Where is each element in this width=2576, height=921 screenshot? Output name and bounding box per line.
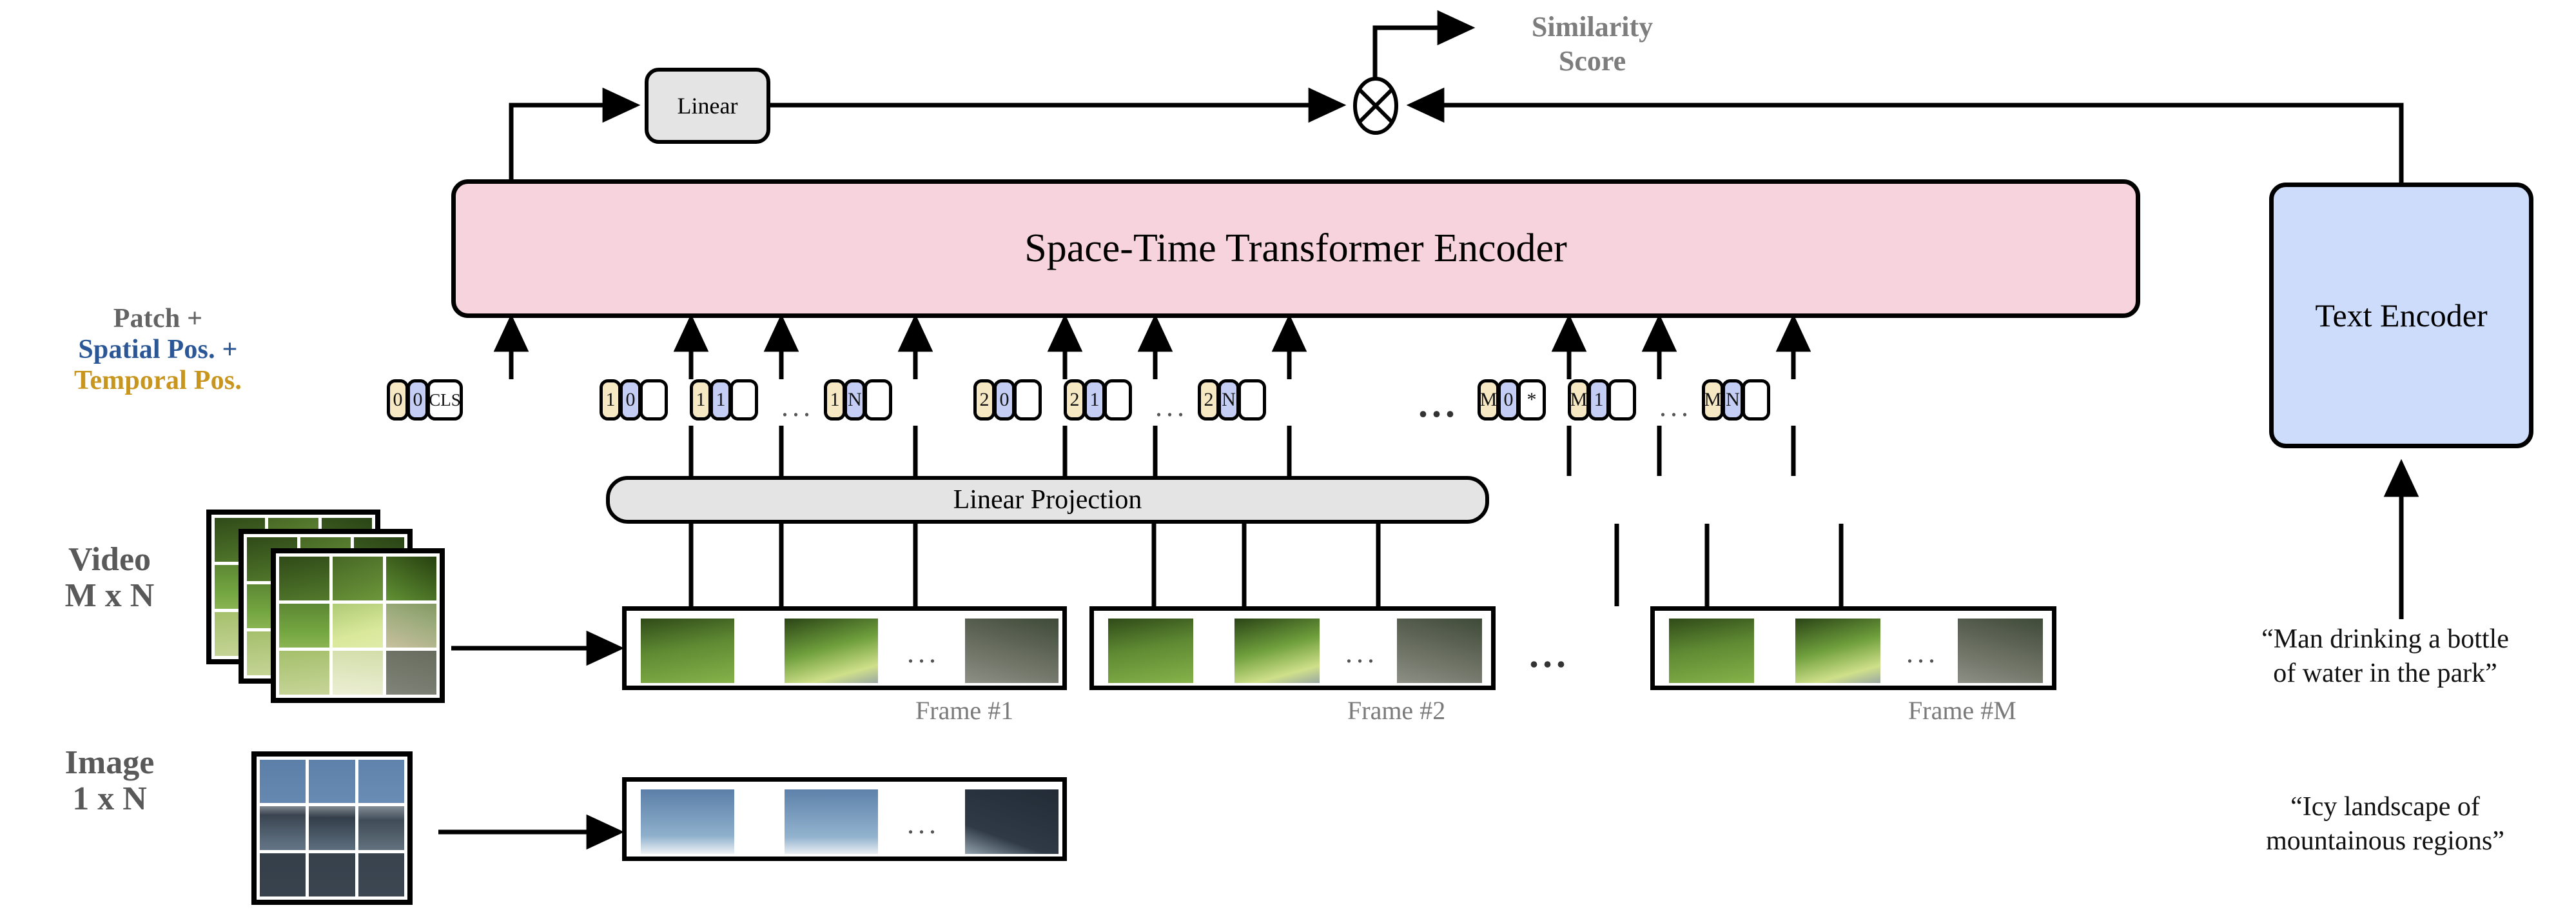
frame-strip-1: ... [622,606,1067,690]
text-encoder-label: Text Encoder [2315,297,2488,333]
token-group-ellipsis: ... [1418,382,1459,425]
frame-1-patch-2 [785,619,878,683]
frame-strip-ellipsis: ... [1529,633,1570,675]
token-temporal-pos: M [1568,379,1590,421]
token-patch-embed [864,379,892,421]
token-f2-p0[interactable]: 2 0 [973,379,1042,421]
image-patch-N [965,789,1059,854]
token-patch-embed [730,379,758,421]
token-temporal-pos: 1 [824,379,846,421]
multiply-circle-icon [1346,76,1405,135]
image-patch-strip: ... [622,777,1067,861]
image-patch-ellipsis: ... [907,808,940,840]
token-patch-embed [1013,379,1042,421]
video-modality-name: Video [68,541,151,578]
frame-1-patch-ellipsis: ... [907,637,940,669]
token-ellipsis-3: ... [1659,391,1692,422]
token-f1-p1[interactable]: 1 1 [690,379,758,421]
token-temporal-pos: 2 [1198,379,1220,421]
token-spatial-pos: 1 [1588,379,1610,421]
token-patch-embed [1742,379,1770,421]
token-spatial-pos: N [1722,379,1744,421]
token-temporal-pos: 2 [1064,379,1086,421]
frame-1-patch-1 [641,619,734,683]
video-text-caption: “Man drinking a bottle of water in the p… [2261,624,2509,688]
token-f1-p0[interactable]: 1 0 [600,379,668,421]
token-patch-cls: CLS [427,379,463,421]
linear-projection-label: Linear Projection [953,485,1142,515]
frame-M-patch-2 [1795,619,1880,683]
image-modality-name: Image [64,744,155,781]
video-frame-thumbnail-front [271,548,445,703]
token-patch-embed [639,379,668,421]
legend-spatial-label: Spatial Pos. + [78,335,238,364]
token-ellipsis-1: ... [781,391,814,422]
image-patch-1 [641,789,734,854]
token-spatial-pos: 0 [1498,379,1519,421]
video-frame-stack [206,510,451,703]
linear-block[interactable]: Linear [645,68,770,144]
video-modality-label: Video M x N [13,541,206,615]
frame-M-patch-1 [1669,619,1754,683]
token-cls[interactable]: 0 0 CLS [387,379,463,421]
frame-M-label: Frame #M [1908,696,2016,725]
token-fM-pN[interactable]: M N [1702,379,1770,421]
similarity-score-label: Similarity Score [1483,10,1702,79]
frame-M-patch-N [1958,619,2043,683]
token-spatial-pos: 0 [407,379,429,421]
frame-1-label: Frame #1 [915,696,1014,725]
token-fM-p0[interactable]: M 0 * [1478,379,1546,421]
token-f2-pN[interactable]: 2 N [1198,379,1266,421]
frame-2-patch-1 [1108,619,1193,683]
token-temporal-pos: 1 [690,379,712,421]
frame-1-patch-N [965,619,1059,683]
positional-encoding-legend: Patch + Spatial Pos. + Temporal Pos. [19,303,297,396]
token-temporal-pos: 1 [600,379,621,421]
frame-strip-2: ... [1089,606,1496,690]
image-modality-dims: 1 x N [72,780,147,818]
linear-block-label: Linear [677,93,738,119]
token-spatial-pos: 0 [620,379,641,421]
space-time-transformer-encoder[interactable]: Space-Time Transformer Encoder [451,179,2140,318]
text-encoder[interactable]: Text Encoder [2269,183,2533,448]
token-patch-embed [1238,379,1266,421]
token-spatial-pos: N [1218,379,1240,421]
token-f2-p1[interactable]: 2 1 [1064,379,1132,421]
linear-projection-block[interactable]: Linear Projection [606,476,1489,524]
similarity-score-line2: Score [1558,45,1626,77]
token-temporal-pos: 0 [387,379,409,421]
token-ellipsis-2: ... [1155,391,1188,422]
legend-patch-label: Patch + [113,304,203,333]
token-temporal-pos: M [1478,379,1499,421]
token-patch-embed [1608,379,1636,421]
token-spatial-pos: N [844,379,866,421]
token-spatial-pos: 0 [993,379,1015,421]
image-text-caption: “Icy landscape of mountainous regions” [2266,792,2504,856]
frame-2-patch-ellipsis: ... [1345,637,1378,669]
frame-M-patch-ellipsis: ... [1906,637,1939,669]
token-patch-embed [1104,379,1132,421]
image-thumbnail [251,751,413,905]
image-patch-2 [785,789,878,854]
image-modality-label: Image 1 x N [13,744,206,818]
token-spatial-pos: 1 [710,379,732,421]
patch-grid [260,760,404,896]
space-time-transformer-encoder-label: Space-Time Transformer Encoder [1024,226,1567,270]
video-modality-dims: M x N [64,577,155,615]
token-f1-pN[interactable]: 1 N [824,379,892,421]
frame-2-label: Frame #2 [1347,696,1446,725]
token-spatial-pos: 1 [1084,379,1106,421]
legend-temporal-label: Temporal Pos. [73,366,242,395]
token-fM-p1[interactable]: M 1 [1568,379,1636,421]
frame-strip-M: ... [1650,606,2056,690]
patch-grid [279,557,436,695]
token-temporal-pos: 2 [973,379,995,421]
similarity-score-line1: Similarity [1531,11,1654,43]
frame-2-patch-2 [1234,619,1320,683]
frame-2-patch-N [1397,619,1482,683]
token-temporal-pos: M [1702,379,1724,421]
token-patch-masked: * [1517,379,1546,421]
